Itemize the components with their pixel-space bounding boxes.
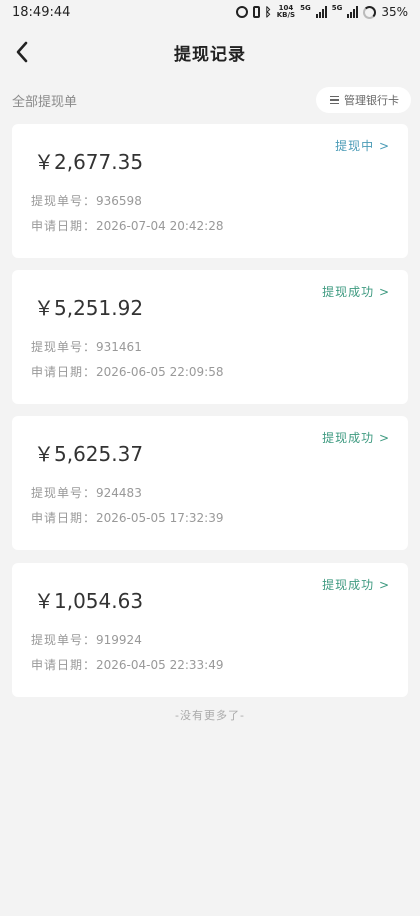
nav-bar: 提现记录 <box>0 24 420 80</box>
withdrawal-card[interactable]: ￥5,251.92 提现成功 > 提现单号：931461 申请日期：2026-0… <box>12 270 408 404</box>
network-speed-unit: KB/S <box>276 11 296 19</box>
order-number-row: 提现单号：931461 <box>31 338 142 355</box>
order-number-value: 931461 <box>96 340 142 354</box>
apply-date-row: 申请日期：2026-05-05 17:32:39 <box>31 509 223 526</box>
battery-icon <box>363 5 377 19</box>
network-speed: 104 KB/S <box>277 5 295 19</box>
order-number-value: 924483 <box>96 486 142 500</box>
apply-date-value: 2026-04-05 22:33:49 <box>96 658 224 672</box>
manage-bank-card-label: 管理银行卡 <box>344 94 399 107</box>
order-number-row: 提现单号：919924 <box>31 631 142 648</box>
no-more-hint: -没有更多了- <box>175 709 245 722</box>
apply-date-value: 2026-06-05 22:09:58 <box>96 365 224 379</box>
order-number-row: 提现单号：924483 <box>31 484 142 501</box>
signal-icon <box>315 6 327 18</box>
menu-icon <box>330 95 339 105</box>
withdrawal-card[interactable]: ￥5,625.37 提现成功 > 提现单号：924483 申请日期：2026-0… <box>12 416 408 550</box>
withdrawal-status[interactable]: 提现成功 > <box>322 283 390 300</box>
withdrawal-amount: ￥5,251.92 <box>34 296 144 320</box>
back-arrow-icon <box>16 41 28 63</box>
manage-bank-card-button[interactable]: 管理银行卡 <box>316 87 411 113</box>
withdrawal-status[interactable]: 提现成功 > <box>322 429 390 446</box>
status-time: 18:49:44 <box>12 4 71 20</box>
apply-date-row: 申请日期：2026-04-05 22:33:49 <box>31 656 223 673</box>
status-icons: ᛒ 104 KB/S 5G 5G 35% <box>235 4 408 19</box>
apply-date-label: 申请日期： <box>31 658 97 672</box>
withdrawal-status[interactable]: 提现中 > <box>335 137 390 154</box>
filter-row: 全部提现单 管理银行卡 <box>0 80 420 120</box>
sim1-network-tag: 5G <box>300 4 311 12</box>
order-number-label: 提现单号： <box>31 340 97 354</box>
battery-percent: 35% <box>381 5 408 19</box>
withdrawal-amount: ￥1,054.63 <box>34 589 144 613</box>
apply-date-row: 申请日期：2026-07-04 20:42:28 <box>31 217 223 234</box>
withdrawal-amount: ￥2,677.35 <box>34 150 144 174</box>
apply-date-value: 2026-07-04 20:42:28 <box>96 219 224 233</box>
withdrawal-amount: ￥5,625.37 <box>34 442 144 466</box>
filter-label[interactable]: 全部提现单 <box>12 91 77 110</box>
bluetooth-icon: ᛒ <box>264 5 272 19</box>
withdrawal-status[interactable]: 提现成功 > <box>322 576 390 593</box>
order-number-value: 919924 <box>96 633 142 647</box>
page-title: 提现记录 <box>174 44 246 65</box>
withdrawal-card[interactable]: ￥2,677.35 提现中 > 提现单号：936598 申请日期：2026-07… <box>12 124 408 258</box>
alarm-icon <box>235 6 248 18</box>
order-number-label: 提现单号： <box>31 194 97 208</box>
back-button[interactable] <box>6 36 38 68</box>
withdrawal-card[interactable]: ￥1,054.63 提现成功 > 提现单号：919924 申请日期：2026-0… <box>12 563 408 697</box>
apply-date-label: 申请日期： <box>31 511 97 525</box>
sim2-network-tag: 5G <box>331 4 343 12</box>
order-number-value: 936598 <box>96 194 142 208</box>
order-number-label: 提现单号： <box>31 486 97 500</box>
apply-date-label: 申请日期： <box>31 219 97 233</box>
signal-icon <box>347 6 359 18</box>
order-number-row: 提现单号：936598 <box>31 192 142 209</box>
apply-date-value: 2026-05-05 17:32:39 <box>96 511 224 525</box>
apply-date-label: 申请日期： <box>31 365 97 379</box>
order-number-label: 提现单号： <box>31 633 97 647</box>
status-bar: 18:49:44 ᛒ 104 KB/S 5G 5G 35% <box>0 0 420 24</box>
apply-date-row: 申请日期：2026-06-05 22:09:58 <box>31 363 223 380</box>
vibrate-icon <box>252 6 260 18</box>
